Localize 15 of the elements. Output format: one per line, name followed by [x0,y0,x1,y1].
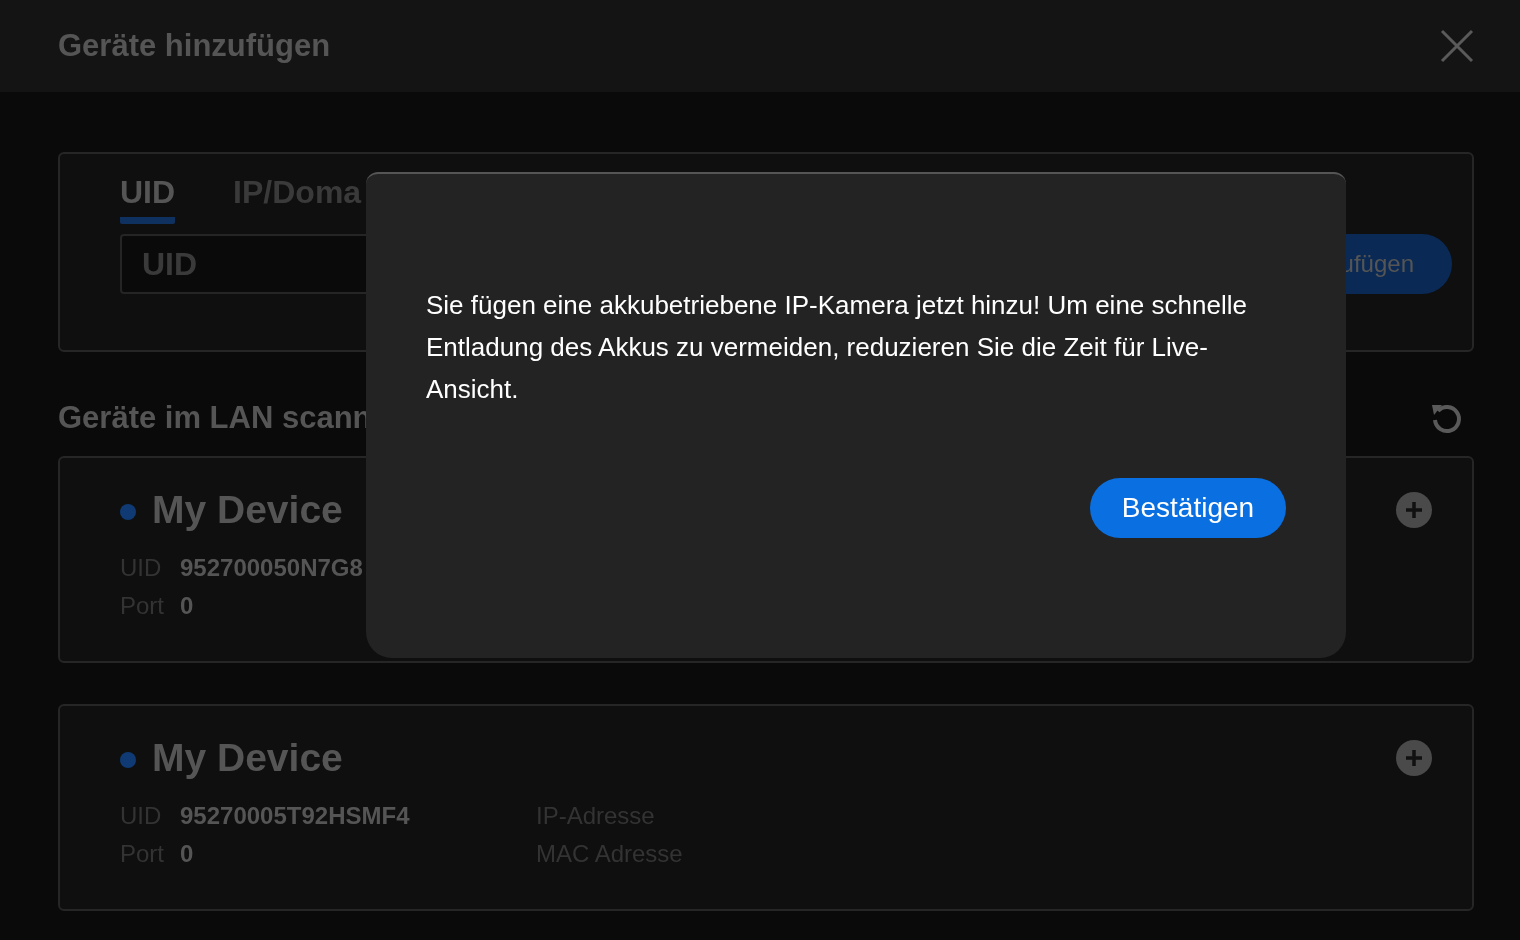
port-value: 0 [180,592,195,620]
uid-value: 95270005T92HSMF4 [180,802,411,830]
window-title: Geräte hinzufügen [58,28,331,64]
uid-value: 952700050N7G8 [180,554,364,582]
device-name: My Device [152,736,343,780]
dialog-message: Sie fügen eine akkubetriebene IP-Kamera jetzt hinzu! Um eine schnelle Entladung des Akkus zu vermeiden, reduzieren Sie die Zeit für Live-Ansicht. [426,289,1248,406]
status-dot [120,504,136,520]
confirm-button[interactable]: Bestätigen [1090,478,1286,538]
device-name: My Device [152,488,343,532]
tab[interactable]: UID [120,174,176,224]
add-icon[interactable] [1396,740,1432,776]
status-dot [120,752,136,768]
close-icon[interactable] [1440,29,1474,63]
add-icon[interactable] [1396,492,1432,528]
port-value: 0 [180,840,195,868]
